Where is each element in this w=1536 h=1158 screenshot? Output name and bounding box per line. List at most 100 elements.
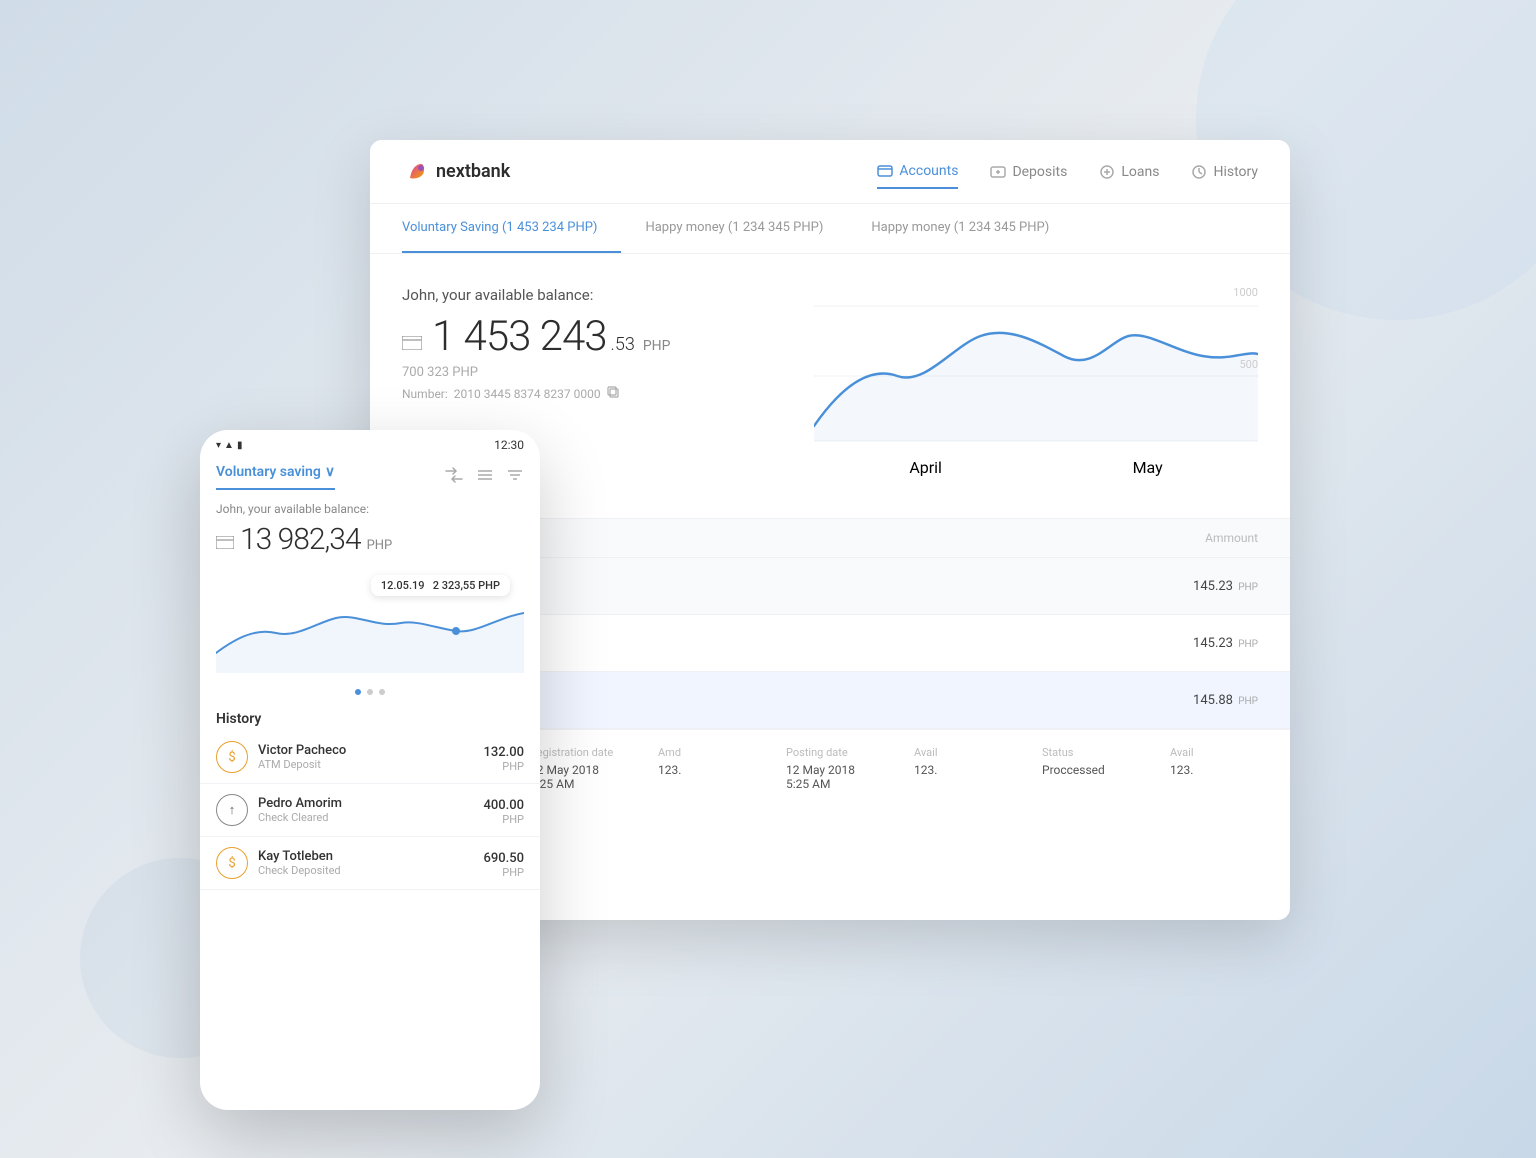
mobile-balance-section: John, your available balance: 13 982,34 … <box>200 490 540 565</box>
chevron-down-icon: ∨ <box>325 464 335 480</box>
chart-x-april: April <box>909 458 942 477</box>
mobile-tx-dollar2-icon: $ <box>216 847 248 879</box>
mobile-tx-info: Pedro Amorim Check Cleared <box>258 796 483 824</box>
logo-icon <box>402 158 430 186</box>
detail-avail1-label: Avail <box>914 746 1002 759</box>
list-item[interactable]: ↑ Pedro Amorim Check Cleared 400.00 PHP <box>200 784 540 837</box>
detail-status: Status Proccessed <box>1042 730 1130 791</box>
dot-indicators <box>200 685 540 703</box>
wifi-icon: ▾ <box>216 440 221 451</box>
nav-history-label: History <box>1213 164 1258 180</box>
detail-post-value: 12 May 2018 5:25 AM <box>786 763 874 791</box>
mobile-tx-currency: PHP <box>483 760 524 773</box>
signal-icon: ▲ <box>224 440 234 451</box>
chart-svg <box>814 286 1258 446</box>
col-amount-header: Ammount <box>1205 531 1258 545</box>
mobile-tx-value: 400.00 <box>483 798 524 813</box>
mobile-tx-amount: 400.00 PHP <box>483 794 524 826</box>
filter-icon[interactable] <box>506 466 524 488</box>
tab-happy1-label: Happy money (1 234 345 PHP) <box>645 220 823 235</box>
tx-amount: 145.23 PHP <box>1193 636 1258 651</box>
mobile-actions <box>444 466 524 488</box>
tx-amount-value: 145.88 <box>1193 693 1233 708</box>
detail-avail2-label: Avail <box>1170 746 1258 759</box>
chart-y-max: 1000 <box>1233 286 1258 299</box>
nav-loans[interactable]: Loans <box>1099 156 1159 188</box>
balance-amount-row: 1 453 243 .53 PHP <box>402 312 782 361</box>
nav-deposits[interactable]: Deposits <box>990 156 1067 188</box>
tx-amount-value: 145.23 <box>1193 636 1233 651</box>
tx-info: Bank ABC Deposit <box>442 686 1193 714</box>
mobile-balance-row: 13 982,34 PHP <box>216 522 524 557</box>
mobile-account-select[interactable]: Voluntary saving ∨ <box>216 464 335 490</box>
chart-y-mid: 500 <box>1239 358 1258 371</box>
tx-type: ATM Deposit <box>442 587 1193 600</box>
list-icon[interactable] <box>476 466 494 488</box>
mobile-tx-value: 690.50 <box>483 851 524 866</box>
dot-1 <box>355 689 361 695</box>
mobile-tx-type: Check Deposited <box>258 864 483 877</box>
nav-accounts-label: Accounts <box>899 163 958 179</box>
mobile-balance-label: John, your available balance: <box>216 502 524 516</box>
mobile-balance-currency: PHP <box>367 538 393 553</box>
tab-voluntary[interactable]: Voluntary Saving (1 453 234 PHP) <box>402 204 621 253</box>
tx-currency: PHP <box>1238 696 1258 707</box>
nav-loans-label: Loans <box>1121 164 1159 180</box>
status-bar: ▾ ▲ ▮ 12:30 <box>200 430 540 456</box>
mobile-balance-amount: 13 982,34 <box>240 522 361 557</box>
tab-happy1[interactable]: Happy money (1 234 345 PHP) <box>645 204 847 253</box>
tx-type: ATM Deposit <box>442 644 1193 657</box>
copy-icon[interactable] <box>607 386 619 401</box>
nav-history[interactable]: History <box>1191 156 1258 188</box>
list-item[interactable]: $ Kay Totleben Check Deposited 690.50 PH… <box>200 837 540 890</box>
chart-x-may: May <box>1133 458 1163 477</box>
nav-accounts[interactable]: Accounts <box>877 155 958 189</box>
list-item[interactable]: $ Victor Pacheco ATM Deposit 132.00 PHP <box>200 731 540 784</box>
detail-status-value: Proccessed <box>1042 763 1130 777</box>
balance-currency: PHP <box>643 338 671 354</box>
balance-card-icon <box>402 335 422 354</box>
account-number-value: 2010 3445 8374 8237 0000 <box>454 387 601 401</box>
account-number-label: Number: <box>402 387 448 401</box>
status-icons: ▾ ▲ ▮ <box>216 440 242 451</box>
dot-2 <box>367 689 373 695</box>
loans-icon <box>1099 164 1115 180</box>
chart-panel: 1000 500 April May <box>814 286 1258 486</box>
tx-type: Deposit <box>442 701 1193 714</box>
chart-x-labels: April May <box>814 450 1258 477</box>
balance-sub-amount: 700 323 PHP <box>402 365 782 380</box>
mobile-tx-amount: 132.00 PHP <box>483 741 524 773</box>
detail-avail2: Avail 123. <box>1170 730 1258 791</box>
tx-name: Mannila Center <box>442 629 1193 644</box>
account-number: Number: 2010 3445 8374 8237 0000 <box>402 386 782 401</box>
detail-avail1-value: 123. <box>914 763 1002 777</box>
nav-deposits-label: Deposits <box>1012 164 1067 180</box>
tx-amount: 145.88 PHP <box>1193 693 1258 708</box>
mobile-tx-info: Victor Pacheco ATM Deposit <box>258 743 483 771</box>
status-time: 12:30 <box>494 438 524 452</box>
chart-tooltip: 12.05.19 2 323,55 PHP <box>371 575 510 596</box>
mobile-history-header: History <box>200 703 540 731</box>
detail-post-label: Posting date <box>786 746 874 759</box>
detail-avail1: Avail 123. <box>914 730 1002 791</box>
tx-name: Mannila Center <box>442 572 1193 587</box>
tab-voluntary-label: Voluntary Saving (1 453 234 PHP) <box>402 220 597 235</box>
detail-reg-value: 12 May 2018 5:25 AM <box>530 763 618 791</box>
mobile-tx-currency: PHP <box>483 813 524 826</box>
mobile-card: ▾ ▲ ▮ 12:30 Voluntary saving ∨ <box>200 430 540 1110</box>
tooltip-amount: 2 323,55 PHP <box>433 579 500 592</box>
mobile-tx-name: Pedro Amorim <box>258 796 483 811</box>
history-icon <box>1191 164 1207 180</box>
tab-happy2-label: Happy money (1 234 345 PHP) <box>871 220 1049 235</box>
detail-status-label: Status <box>1042 746 1130 759</box>
mobile-chart: 12.05.19 2 323,55 PHP <box>200 565 540 685</box>
logo: nextbank <box>402 158 510 186</box>
transfer-icon[interactable] <box>444 466 464 488</box>
balance-label: John, your available balance: <box>402 286 782 304</box>
balance-cents: .53 <box>611 334 635 355</box>
tx-amount: 145.23 PHP <box>1193 579 1258 594</box>
mobile-account-name: Voluntary saving <box>216 464 321 480</box>
tx-info: Mannila Center ATM Deposit <box>442 629 1193 657</box>
mobile-tx-value: 132.00 <box>483 745 524 760</box>
tab-happy2[interactable]: Happy money (1 234 345 PHP) <box>871 204 1073 253</box>
